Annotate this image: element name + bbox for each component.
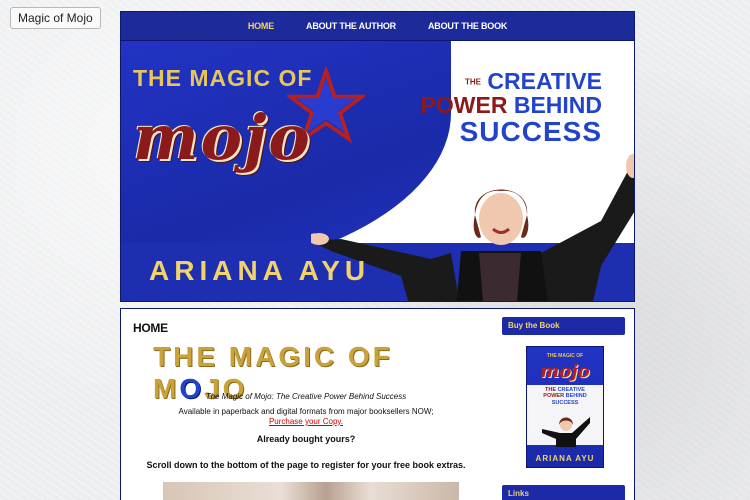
tagline-behind: BEHIND: [513, 92, 602, 119]
nav-item-about-book[interactable]: ABOUT THE BOOK: [428, 21, 507, 31]
author-photo-preview: [163, 482, 459, 500]
banner-author-name: ARIANA AYU: [149, 255, 371, 286]
cover-author-figure: [542, 417, 590, 447]
scroll-note: Scroll down to the bottom of the page to…: [146, 460, 466, 470]
book-cover-image[interactable]: THE MAGIC OF mojo THE CREATIVE POWER BEH…: [526, 346, 604, 468]
main-column: HOME THE MAGIC OF MOJO The Magic of Mojo…: [121, 309, 491, 500]
banner-title-prefix: THE MAGIC OF: [133, 65, 313, 91]
cover-top-text: THE MAGIC OF: [546, 353, 584, 359]
header-banner: THE MAGIC OF mojo THE CREATIVE POWER BEH…: [120, 41, 635, 302]
links-heading[interactable]: Links: [502, 485, 625, 500]
cover-tagline: THE CREATIVE POWER BEHIND SUCCESS: [527, 387, 603, 406]
cover-author-name: ARIANA AYU: [535, 454, 595, 463]
cover-tag-creative: CREATIVE: [557, 387, 585, 393]
banner-tagline: THE CREATIVE POWER BEHIND SUCCESS: [421, 69, 602, 147]
page-container: HOME ABOUT THE AUTHOR ABOUT THE BOOK THE…: [120, 11, 635, 500]
tagline-creative: CREATIVE: [487, 68, 602, 94]
purchase-link-wrapper: Purchase your Copy.: [121, 417, 491, 426]
already-bought-text: Already bought yours?: [256, 434, 356, 444]
cover-tag-the: THE: [545, 387, 557, 393]
purchase-link[interactable]: Purchase your Copy.: [269, 417, 343, 426]
window-tab-title[interactable]: Magic of Mojo: [10, 7, 101, 29]
tagline-the: THE: [465, 77, 482, 87]
top-navigation: HOME ABOUT THE AUTHOR ABOUT THE BOOK: [120, 11, 635, 41]
buy-book-heading[interactable]: Buy the Book: [502, 317, 625, 335]
availability-text: Available in paperback and digital forma…: [178, 407, 434, 416]
cover-script-title: mojo: [540, 361, 590, 382]
cover-tag-power: POWER: [543, 393, 565, 400]
content-area: HOME THE MAGIC OF MOJO The Magic of Mojo…: [120, 308, 635, 500]
page-title: HOME: [133, 321, 168, 335]
nav-item-home[interactable]: HOME: [248, 21, 274, 31]
banner-title-script: mojo: [133, 101, 312, 174]
nav-item-about-author[interactable]: ABOUT THE AUTHOR: [306, 21, 396, 31]
book-subtitle: The Magic of Mojo: The Creative Power Be…: [205, 392, 407, 401]
cover-tag-success: SUCCESS: [551, 399, 579, 406]
sidebar: Buy the Book THE MAGIC OF mojo THE CREAT…: [502, 309, 628, 500]
tagline-power: POWER: [420, 92, 508, 119]
cover-tag-behind: BEHIND: [565, 393, 587, 400]
